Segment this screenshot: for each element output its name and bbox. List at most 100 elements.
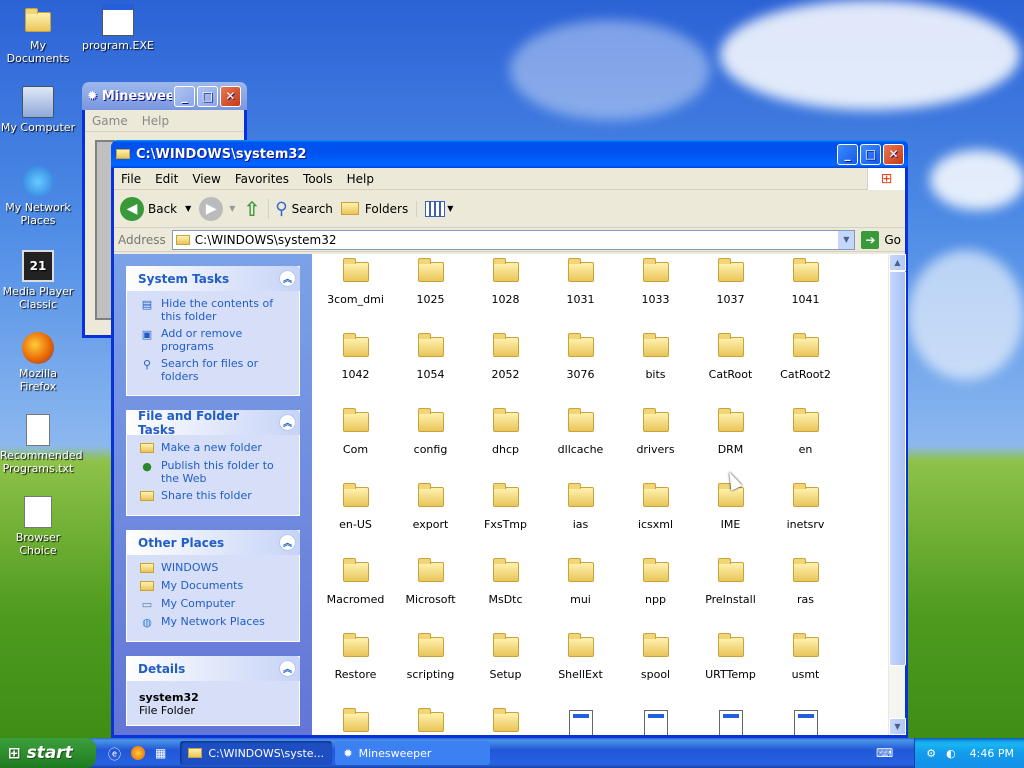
- taskbar-minesweeper[interactable]: ✹ Minesweeper: [335, 741, 491, 765]
- folder-item[interactable]: export: [393, 479, 468, 554]
- file-list[interactable]: 3com_dmi 1025 1028 1031 1033 1037 1041 1042 1054…: [312, 254, 888, 735]
- folder-item[interactable]: 1042: [318, 329, 393, 404]
- folder-item[interactable]: scripting: [393, 629, 468, 704]
- folder-item[interactable]: spool: [618, 629, 693, 704]
- collapse-chevron-icon[interactable]: ︽: [279, 534, 296, 551]
- minesweeper-minimize-button[interactable]: _: [173, 85, 195, 107]
- folder-item[interactable]: en-US: [318, 479, 393, 554]
- folder-item[interactable]: 1031: [543, 254, 618, 329]
- minesweeper-menu-help[interactable]: Help: [135, 114, 176, 128]
- task-publish-web[interactable]: ● Publish this folder to the Web: [139, 459, 289, 485]
- collapse-chevron-icon[interactable]: ︽: [279, 660, 296, 677]
- place-my-documents[interactable]: My Documents: [139, 579, 289, 593]
- folder-item[interactable]: 3076: [543, 329, 618, 404]
- folder-item[interactable]: 3com_dmi: [318, 254, 393, 329]
- task-hide-contents[interactable]: ▤ Hide the contents of this folder: [139, 297, 289, 323]
- folder-item[interactable]: Microsoft: [393, 554, 468, 629]
- folder-item[interactable]: Setup: [468, 629, 543, 704]
- menu-file[interactable]: File: [114, 172, 148, 186]
- desktop-icon-browser-choice[interactable]: Browser Choice: [0, 496, 76, 557]
- desktop-icon-media-player[interactable]: 21 Media Player Classic: [0, 250, 76, 311]
- desktop-icon-firefox[interactable]: Mozilla Firefox: [0, 332, 76, 393]
- forward-button[interactable]: ▶ ▼: [199, 196, 235, 221]
- folder-item[interactable]: Macromed: [318, 554, 393, 629]
- place-my-network-places[interactable]: ◍ My Network Places: [139, 615, 289, 629]
- file-item[interactable]: [618, 704, 693, 735]
- folder-item[interactable]: 1033: [618, 254, 693, 329]
- search-button[interactable]: ⚲ Search: [268, 198, 333, 219]
- desktop-icon-recommended-programs[interactable]: Recommended Programs.txt: [0, 414, 83, 475]
- scroll-up-button[interactable]: ▲: [889, 254, 906, 271]
- folder-item[interactable]: 1025: [393, 254, 468, 329]
- file-item[interactable]: [693, 704, 768, 735]
- close-button[interactable]: ✕: [883, 143, 904, 165]
- folder-item[interactable]: 1054: [393, 329, 468, 404]
- keyboard-icon[interactable]: ⌨: [876, 746, 893, 760]
- folder-item[interactable]: PreInstall: [693, 554, 768, 629]
- minimize-button[interactable]: _: [837, 143, 858, 165]
- address-dropdown-icon[interactable]: ▼: [838, 230, 855, 249]
- folder-item[interactable]: ras: [768, 554, 843, 629]
- folder-item[interactable]: icsxml: [618, 479, 693, 554]
- go-button[interactable]: ➔ Go: [861, 230, 901, 249]
- forward-dropdown-icon[interactable]: ▼: [229, 204, 235, 213]
- folder-item[interactable]: Restore: [318, 629, 393, 704]
- menu-edit[interactable]: Edit: [148, 172, 185, 186]
- folder-item[interactable]: 1028: [468, 254, 543, 329]
- folder-item[interactable]: DRM: [693, 404, 768, 479]
- folder-item[interactable]: [468, 704, 543, 735]
- quick-launch-ie-icon[interactable]: ⓔ: [108, 744, 121, 763]
- collapse-chevron-icon[interactable]: ︽: [279, 270, 296, 287]
- details-header[interactable]: Details ︽: [126, 656, 300, 681]
- folder-item[interactable]: 1037: [693, 254, 768, 329]
- folder-item[interactable]: ias: [543, 479, 618, 554]
- folder-item[interactable]: 1041: [768, 254, 843, 329]
- quick-launch-firefox-icon[interactable]: [131, 746, 146, 760]
- network-tray-icon[interactable]: ⚙: [926, 747, 936, 760]
- folder-item[interactable]: en: [768, 404, 843, 479]
- desktop-icon-my-documents[interactable]: My Documents: [0, 4, 76, 65]
- start-button[interactable]: ⊞ start: [0, 738, 96, 768]
- folder-item[interactable]: MsDtc: [468, 554, 543, 629]
- desktop-icon-program-exe[interactable]: program.EXE: [80, 4, 156, 52]
- place-my-computer[interactable]: ▭ My Computer: [139, 597, 289, 611]
- folder-item[interactable]: CatRoot: [693, 329, 768, 404]
- minesweeper-menu-game[interactable]: Game: [85, 114, 135, 128]
- folder-item[interactable]: dhcp: [468, 404, 543, 479]
- menu-help[interactable]: Help: [340, 172, 381, 186]
- file-folder-tasks-header[interactable]: File and Folder Tasks ︽: [126, 409, 300, 437]
- task-add-remove-programs[interactable]: ▣ Add or remove programs: [139, 327, 289, 353]
- folder-item[interactable]: bits: [618, 329, 693, 404]
- maximize-button[interactable]: □: [860, 143, 881, 165]
- scroll-down-button[interactable]: ▼: [889, 718, 906, 735]
- folder-item[interactable]: usmt: [768, 629, 843, 704]
- collapse-chevron-icon[interactable]: ︽: [279, 414, 296, 431]
- explorer-titlebar[interactable]: C:\WINDOWS\system32 _ □ ✕: [111, 140, 908, 168]
- folder-item[interactable]: config: [393, 404, 468, 479]
- other-places-header[interactable]: Other Places ︽: [126, 530, 300, 555]
- minesweeper-titlebar[interactable]: ✹ Minesweeper _ □ ✕: [82, 82, 247, 110]
- folder-item[interactable]: ShellExt: [543, 629, 618, 704]
- scroll-thumb[interactable]: [889, 271, 906, 666]
- folder-item[interactable]: CatRoot2: [768, 329, 843, 404]
- back-button[interactable]: ◀ Back ▼: [120, 196, 191, 221]
- back-dropdown-icon[interactable]: ▼: [185, 204, 191, 213]
- folders-button[interactable]: Folders: [340, 202, 408, 216]
- folder-item[interactable]: 2052: [468, 329, 543, 404]
- task-share-folder[interactable]: Share this folder: [139, 489, 289, 503]
- task-make-new-folder[interactable]: Make a new folder: [139, 441, 289, 455]
- quick-launch-desktop-icon[interactable]: ▦: [155, 746, 166, 760]
- explorer-window[interactable]: C:\WINDOWS\system32 _ □ ✕ File Edit View…: [111, 140, 908, 738]
- up-button[interactable]: ⇧: [243, 197, 260, 221]
- menu-tools[interactable]: Tools: [296, 172, 340, 186]
- vertical-scrollbar[interactable]: ▲ ▼: [888, 254, 906, 735]
- views-button[interactable]: ▼: [416, 200, 453, 217]
- taskbar-explorer[interactable]: C:\WINDOWS\syste...: [180, 741, 333, 765]
- folder-item[interactable]: FxsTmp: [468, 479, 543, 554]
- desktop-icon-my-computer[interactable]: My Computer: [0, 86, 76, 134]
- file-item[interactable]: [768, 704, 843, 735]
- folder-item[interactable]: drivers: [618, 404, 693, 479]
- folder-item[interactable]: Com: [318, 404, 393, 479]
- folder-item[interactable]: inetsrv: [768, 479, 843, 554]
- desktop-icon-network-places[interactable]: My Network Places: [0, 166, 76, 227]
